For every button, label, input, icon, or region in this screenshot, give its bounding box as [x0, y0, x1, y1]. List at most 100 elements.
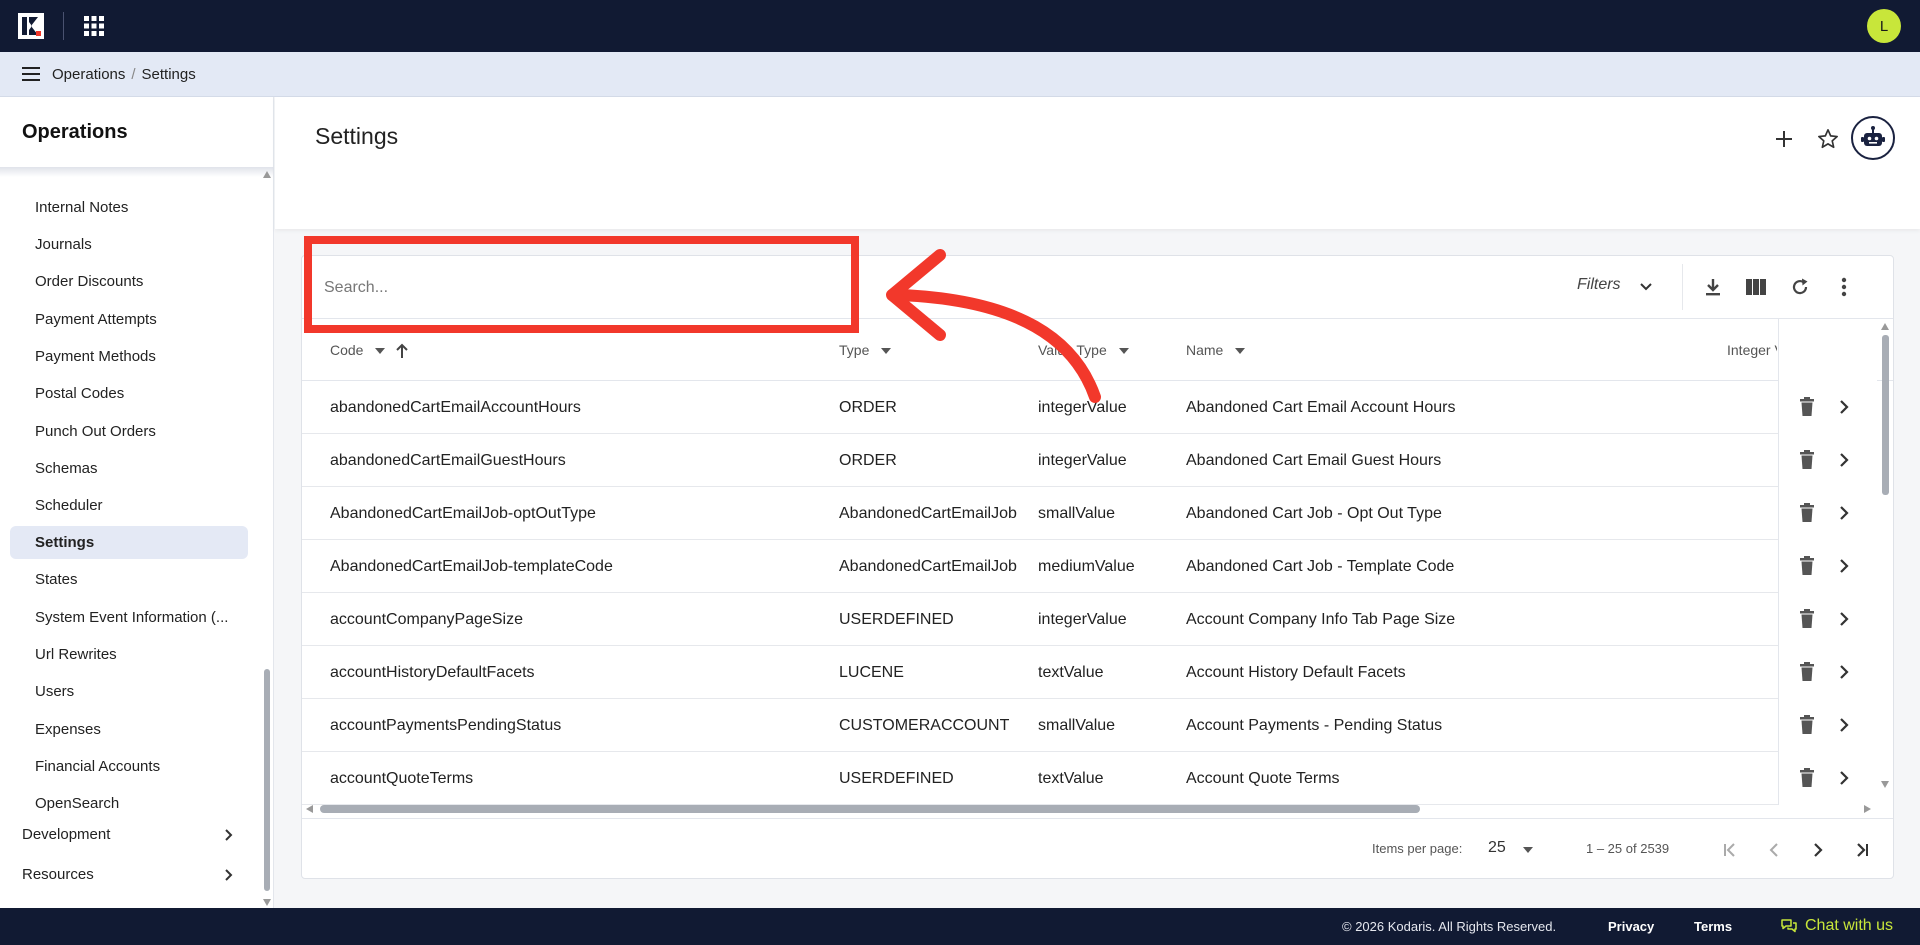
logo-icon[interactable]: [18, 13, 44, 39]
table-vertical-scrollbar[interactable]: [1880, 319, 1892, 795]
table-row[interactable]: accountQuoteTerms USERDEFINED textValue …: [302, 752, 1877, 805]
sidebar-item-punch-out-orders[interactable]: Punch Out Orders: [10, 415, 248, 448]
sidebar-item-journals[interactable]: Journals: [10, 228, 248, 261]
cell-code: AbandonedCartEmailJob-templateCode: [330, 558, 613, 575]
delete-icon[interactable]: [1798, 768, 1816, 788]
sidebar-item-scheduler[interactable]: Scheduler: [10, 489, 248, 522]
sidebar-item-system-event-information[interactable]: System Event Information (...: [10, 601, 248, 634]
table-row[interactable]: accountPaymentsPendingStatus CUSTOMERACC…: [302, 699, 1877, 752]
privacy-link[interactable]: Privacy: [1608, 919, 1654, 934]
sidebar-item-order-discounts[interactable]: Order Discounts: [10, 265, 248, 298]
filters-button[interactable]: Filters: [1577, 276, 1621, 294]
sidebar-item-url-rewrites[interactable]: Url Rewrites: [10, 638, 248, 671]
table-row[interactable]: abandonedCartEmailGuestHours ORDER integ…: [302, 434, 1877, 487]
sidebar-item-users[interactable]: Users: [10, 675, 248, 708]
scroll-down-arrow[interactable]: [263, 899, 271, 906]
cell-name: Account Quote Terms: [1186, 770, 1340, 787]
sidebar-group-development[interactable]: Development: [0, 817, 250, 853]
chevron-right-icon[interactable]: [1835, 716, 1853, 734]
column-header-code[interactable]: Code: [330, 319, 409, 381]
breadcrumb-current: Settings: [141, 66, 196, 83]
columns-button[interactable]: [1742, 273, 1770, 301]
table-row[interactable]: AbandonedCartEmailJob-optOutType Abandon…: [302, 487, 1877, 540]
column-header-name[interactable]: Name: [1186, 319, 1246, 381]
download-button[interactable]: [1699, 273, 1727, 301]
sidebar-item-states[interactable]: States: [10, 563, 248, 596]
delete-icon[interactable]: [1798, 556, 1816, 576]
scroll-thumb[interactable]: [320, 805, 1420, 813]
assistant-bot-button[interactable]: [1851, 116, 1895, 160]
scroll-right-arrow[interactable]: [1864, 805, 1871, 813]
row-actions: [1778, 646, 1877, 699]
search-input[interactable]: [324, 274, 884, 302]
column-header-value-type[interactable]: Value Type: [1038, 319, 1129, 381]
items-per-page-select[interactable]: 25: [1488, 839, 1506, 857]
sidebar-item-postal-codes[interactable]: Postal Codes: [10, 377, 248, 410]
sidebar-item-opensearch[interactable]: OpenSearch: [10, 787, 248, 820]
cell-type: ORDER: [839, 452, 897, 469]
chevron-right-icon[interactable]: [1835, 610, 1853, 628]
favorite-button[interactable]: [1810, 121, 1846, 157]
page-title: Settings: [315, 123, 399, 149]
chevron-right-icon[interactable]: [1835, 451, 1853, 469]
delete-icon[interactable]: [1798, 609, 1816, 629]
chevron-right-icon[interactable]: [1835, 398, 1853, 416]
sidebar-group-resources[interactable]: Resources: [0, 857, 250, 893]
table-horizontal-scrollbar[interactable]: [302, 803, 1877, 815]
sidebar-item-expenses[interactable]: Expenses: [10, 713, 248, 746]
scroll-left-arrow[interactable]: [306, 805, 313, 813]
delete-icon[interactable]: [1798, 715, 1816, 735]
table-row[interactable]: accountCompanyPageSize USERDEFINED integ…: [302, 593, 1877, 646]
filters-divider: [1682, 264, 1683, 310]
previous-page-button[interactable]: [1761, 837, 1787, 863]
chevron-right-icon[interactable]: [1835, 557, 1853, 575]
last-page-button[interactable]: [1849, 837, 1875, 863]
chat-with-us-button[interactable]: Chat with us: [1780, 917, 1893, 935]
scroll-thumb[interactable]: [264, 669, 270, 891]
delete-icon[interactable]: [1798, 662, 1816, 682]
first-page-button[interactable]: [1717, 837, 1743, 863]
column-menu-caret[interactable]: [375, 348, 386, 355]
avatar[interactable]: L: [1867, 9, 1901, 43]
sidebar-scrollbar[interactable]: [262, 171, 272, 908]
items-per-page-caret[interactable]: [1523, 847, 1533, 853]
terms-link[interactable]: Terms: [1694, 919, 1732, 934]
more-options-button[interactable]: [1830, 273, 1858, 301]
column-header-type[interactable]: Type: [839, 319, 892, 381]
chevron-right-icon[interactable]: [1835, 504, 1853, 522]
sidebar-item-payment-methods[interactable]: Payment Methods: [10, 340, 248, 373]
table-row[interactable]: accountHistoryDefaultFacets LUCENE textV…: [302, 646, 1877, 699]
breadcrumb-root[interactable]: Operations: [52, 66, 125, 83]
scroll-up-arrow[interactable]: [1881, 323, 1889, 330]
column-menu-caret[interactable]: [881, 348, 892, 355]
chevron-right-icon[interactable]: [1835, 663, 1853, 681]
column-menu-caret[interactable]: [1235, 348, 1246, 355]
apps-grid-icon[interactable]: [84, 16, 104, 36]
sort-ascending-icon[interactable]: [395, 343, 409, 359]
cell-code: accountHistoryDefaultFacets: [330, 664, 535, 681]
sidebar-item-financial-accounts[interactable]: Financial Accounts: [10, 750, 248, 783]
table-row[interactable]: abandonedCartEmailAccountHours ORDER int…: [302, 381, 1877, 434]
next-page-button[interactable]: [1805, 837, 1831, 863]
column-menu-caret[interactable]: [1118, 348, 1129, 355]
sidebar-item-schemas[interactable]: Schemas: [10, 452, 248, 485]
cell-name: Abandoned Cart Job - Template Code: [1186, 558, 1455, 575]
scroll-thumb[interactable]: [1882, 335, 1889, 495]
scroll-down-arrow[interactable]: [1881, 781, 1889, 788]
column-header-integer-value[interactable]: Integer V: [1727, 319, 1777, 381]
table-row[interactable]: AbandonedCartEmailJob-templateCode Aband…: [302, 540, 1877, 593]
refresh-button[interactable]: [1786, 273, 1814, 301]
chevron-right-icon[interactable]: [1835, 769, 1853, 787]
actions-column-header: [1778, 319, 1877, 381]
sidebar-item-internal-notes[interactable]: Internal Notes: [10, 191, 248, 224]
download-icon: [1706, 279, 1720, 296]
menu-icon[interactable]: [22, 66, 40, 82]
chevron-down-icon[interactable]: [1639, 280, 1653, 294]
sidebar-item-settings[interactable]: Settings: [10, 526, 248, 559]
delete-icon[interactable]: [1798, 450, 1816, 470]
delete-icon[interactable]: [1798, 503, 1816, 523]
sidebar-item-payment-attempts[interactable]: Payment Attempts: [10, 303, 248, 336]
delete-icon[interactable]: [1798, 397, 1816, 417]
add-button[interactable]: [1766, 121, 1802, 157]
scroll-up-arrow[interactable]: [263, 171, 271, 178]
